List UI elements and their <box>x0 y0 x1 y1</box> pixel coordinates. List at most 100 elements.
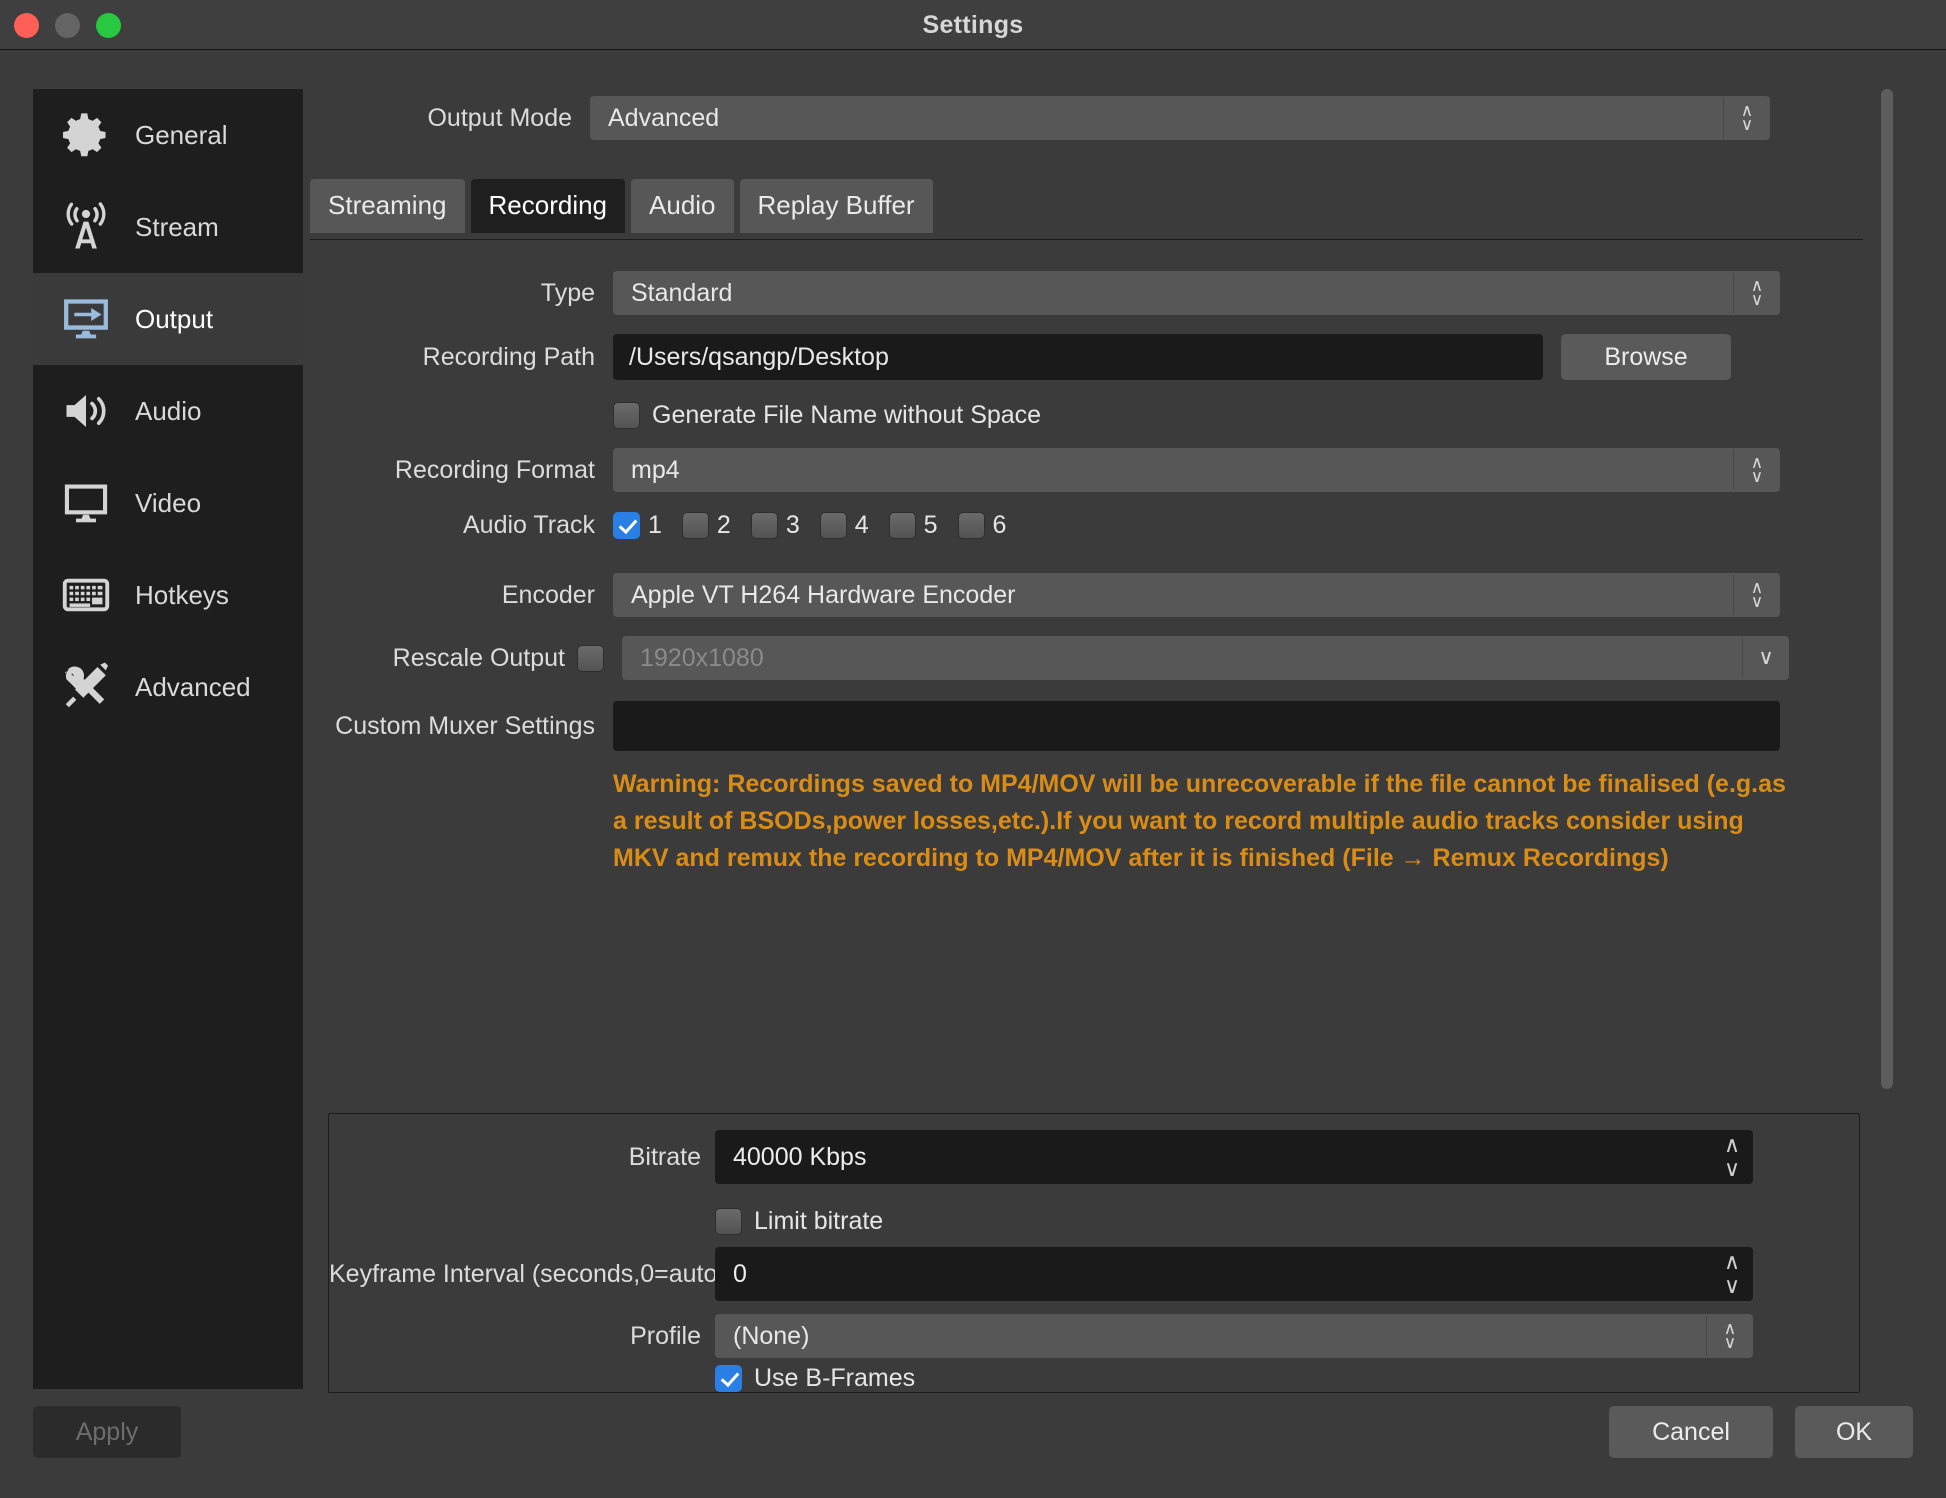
ok-button[interactable]: OK <box>1795 1406 1913 1458</box>
type-row: Type Standard ∧ ∨ <box>310 271 1870 315</box>
audio-track-6[interactable]: 6 <box>957 511 1006 540</box>
bitrate-input[interactable]: 40000 Kbps ∧ ∨ <box>715 1130 1753 1184</box>
use-b-frames-label: Use B-Frames <box>754 1364 916 1392</box>
sidebar-item-general[interactable]: General <box>33 89 303 181</box>
recording-format-select[interactable]: mp4 ∧ ∨ <box>613 448 1780 492</box>
chevron-updown-icon[interactable]: ∧ ∨ <box>1707 1314 1753 1358</box>
sidebar-item-advanced[interactable]: Advanced <box>33 641 303 733</box>
audio-track-checkbox[interactable] <box>819 512 847 539</box>
output-settings-panel: Output Mode Advanced ∧ ∨ Streaming Record… <box>310 76 1910 1393</box>
sidebar-item-video[interactable]: Video <box>33 457 303 549</box>
audio-track-checkbox[interactable] <box>681 512 709 539</box>
keyframe-interval-input[interactable]: 0 ∧ ∨ <box>715 1247 1753 1301</box>
custom-muxer-row: Custom Muxer Settings <box>310 701 1870 751</box>
sidebar-item-audio[interactable]: Audio <box>33 365 303 457</box>
type-select[interactable]: Standard ∧ ∨ <box>613 271 1780 315</box>
tab-audio[interactable]: Audio <box>631 179 734 233</box>
encoder-value: Apple VT H264 Hardware Encoder <box>631 580 1016 609</box>
chevron-updown-icon[interactable]: ∧ ∨ <box>1734 573 1780 617</box>
audio-track-checkbox[interactable] <box>888 512 916 539</box>
profile-row: Profile (None) ∧ ∨ <box>329 1314 1859 1358</box>
type-label: Type <box>540 278 595 307</box>
recording-format-row: Recording Format mp4 ∧ ∨ <box>310 448 1870 492</box>
output-tabbar: Streaming Recording Audio Replay Buffer <box>310 179 1870 233</box>
chevron-updown-icon[interactable]: ∧ ∨ <box>1724 96 1770 140</box>
generate-filename-label: Generate File Name without Space <box>652 401 1042 429</box>
chevron-updown-icon[interactable]: ∧ ∨ <box>1734 271 1780 315</box>
rescale-output-row: Rescale Output 1920x1080 ∨ <box>310 636 1870 680</box>
browse-button[interactable]: Browse <box>1561 334 1731 380</box>
sidebar-item-output[interactable]: Output <box>33 273 303 365</box>
tab-streaming[interactable]: Streaming <box>310 179 465 233</box>
limit-bitrate-checkbox[interactable] <box>715 1208 742 1235</box>
audio-track-row: Audio Track 1 2 3 4 5 6 <box>310 511 1006 540</box>
recording-path-input[interactable]: /Users/qsangp/Desktop <box>613 334 1543 380</box>
generate-filename-row[interactable]: Generate File Name without Space <box>613 401 1041 430</box>
keyframe-interval-value: 0 <box>733 1259 747 1288</box>
profile-label: Profile <box>630 1321 701 1350</box>
sidebar-item-label: Advanced <box>135 671 251 702</box>
audio-track-number: 2 <box>716 511 731 539</box>
rescale-output-value: 1920x1080 <box>640 643 764 672</box>
output-mode-label: Output Mode <box>427 103 572 132</box>
settings-dialog-body: General Stream Output Audio Video Hotkey… <box>0 51 1946 1498</box>
sidebar-item-label: Stream <box>135 211 219 242</box>
rescale-output-select: 1920x1080 ∨ <box>622 636 1789 680</box>
recording-path-label: Recording Path <box>422 342 595 371</box>
custom-muxer-input[interactable] <box>613 701 1780 751</box>
use-b-frames-row[interactable]: Use B-Frames <box>715 1364 915 1393</box>
encoder-row: Encoder Apple VT H264 Hardware Encoder ∧… <box>310 573 1870 617</box>
audio-track-4[interactable]: 4 <box>819 511 869 540</box>
audio-track-checkbox[interactable] <box>613 512 640 539</box>
encoder-settings-groupbox: Bitrate 40000 Kbps ∧ ∨ Limit bitrate Keyf… <box>328 1113 1860 1393</box>
cancel-button[interactable]: Cancel <box>1609 1406 1773 1458</box>
rescale-output-checkbox[interactable] <box>577 644 604 672</box>
dialog-footer: Apply Cancel OK <box>0 1396 1946 1496</box>
chevron-down-icon: ∨ <box>1758 646 1774 669</box>
spinner-arrows[interactable]: ∧ ∨ <box>1711 1247 1753 1301</box>
window-title: Settings <box>922 11 1024 39</box>
audio-track-checkbox[interactable] <box>750 512 778 539</box>
sidebar-item-hotkeys[interactable]: Hotkeys <box>33 549 303 641</box>
tab-recording[interactable]: Recording <box>470 179 626 233</box>
bitrate-row: Bitrate 40000 Kbps ∧ ∨ <box>329 1130 1859 1184</box>
tab-replay-buffer[interactable]: Replay Buffer <box>739 179 933 233</box>
gear-icon <box>55 108 117 162</box>
audio-track-5[interactable]: 5 <box>888 511 938 540</box>
use-b-frames-checkbox[interactable] <box>715 1365 742 1392</box>
apply-button[interactable]: Apply <box>33 1406 181 1458</box>
chevron-updown-icon[interactable]: ∧ ∨ <box>1734 448 1780 492</box>
audio-track-1[interactable]: 1 <box>613 511 662 540</box>
sidebar-item-label: General <box>135 119 228 150</box>
limit-bitrate-row[interactable]: Limit bitrate <box>715 1207 883 1236</box>
profile-select[interactable]: (None) ∧ ∨ <box>715 1314 1753 1358</box>
settings-sidebar: General Stream Output Audio Video Hotkey… <box>33 89 303 1389</box>
tools-icon <box>55 660 117 714</box>
recording-path-row: Recording Path /Users/qsangp/Desktop Bro… <box>310 334 1870 380</box>
audio-track-checkbox[interactable] <box>957 512 985 539</box>
encoder-select[interactable]: Apple VT H264 Hardware Encoder ∧ ∨ <box>613 573 1780 617</box>
sidebar-item-stream[interactable]: Stream <box>33 181 303 273</box>
output-mode-select[interactable]: Advanced ∧ ∨ <box>590 96 1770 140</box>
type-value: Standard <box>631 278 733 307</box>
output-icon <box>55 292 117 346</box>
keyframe-interval-label: Keyframe Interval (seconds,0=auto) <box>329 1259 726 1288</box>
spinner-arrows[interactable]: ∧ ∨ <box>1711 1130 1753 1184</box>
settings-scrollbar[interactable] <box>1876 76 1898 1366</box>
monitor-icon <box>55 476 117 530</box>
output-mode-value: Advanced <box>608 103 720 132</box>
generate-filename-checkbox[interactable] <box>613 402 640 429</box>
recording-format-value: mp4 <box>631 455 680 484</box>
custom-muxer-label: Custom Muxer Settings <box>335 711 595 740</box>
sidebar-item-label: Audio <box>135 395 202 426</box>
audio-track-2[interactable]: 2 <box>681 511 731 540</box>
recording-path-value: /Users/qsangp/Desktop <box>629 342 889 371</box>
tab-separator <box>310 239 1863 240</box>
audio-track-number: 5 <box>923 511 938 539</box>
audio-track-3[interactable]: 3 <box>750 511 800 540</box>
keyframe-interval-row: Keyframe Interval (seconds,0=auto) 0 ∧ ∨ <box>329 1247 1859 1301</box>
output-mode-row: Output Mode Advanced ∧ ∨ <box>310 96 1870 140</box>
scrollbar-thumb[interactable] <box>1881 89 1893 1089</box>
audio-track-number: 1 <box>648 511 662 539</box>
rescale-output-label: Rescale Output <box>392 643 565 672</box>
